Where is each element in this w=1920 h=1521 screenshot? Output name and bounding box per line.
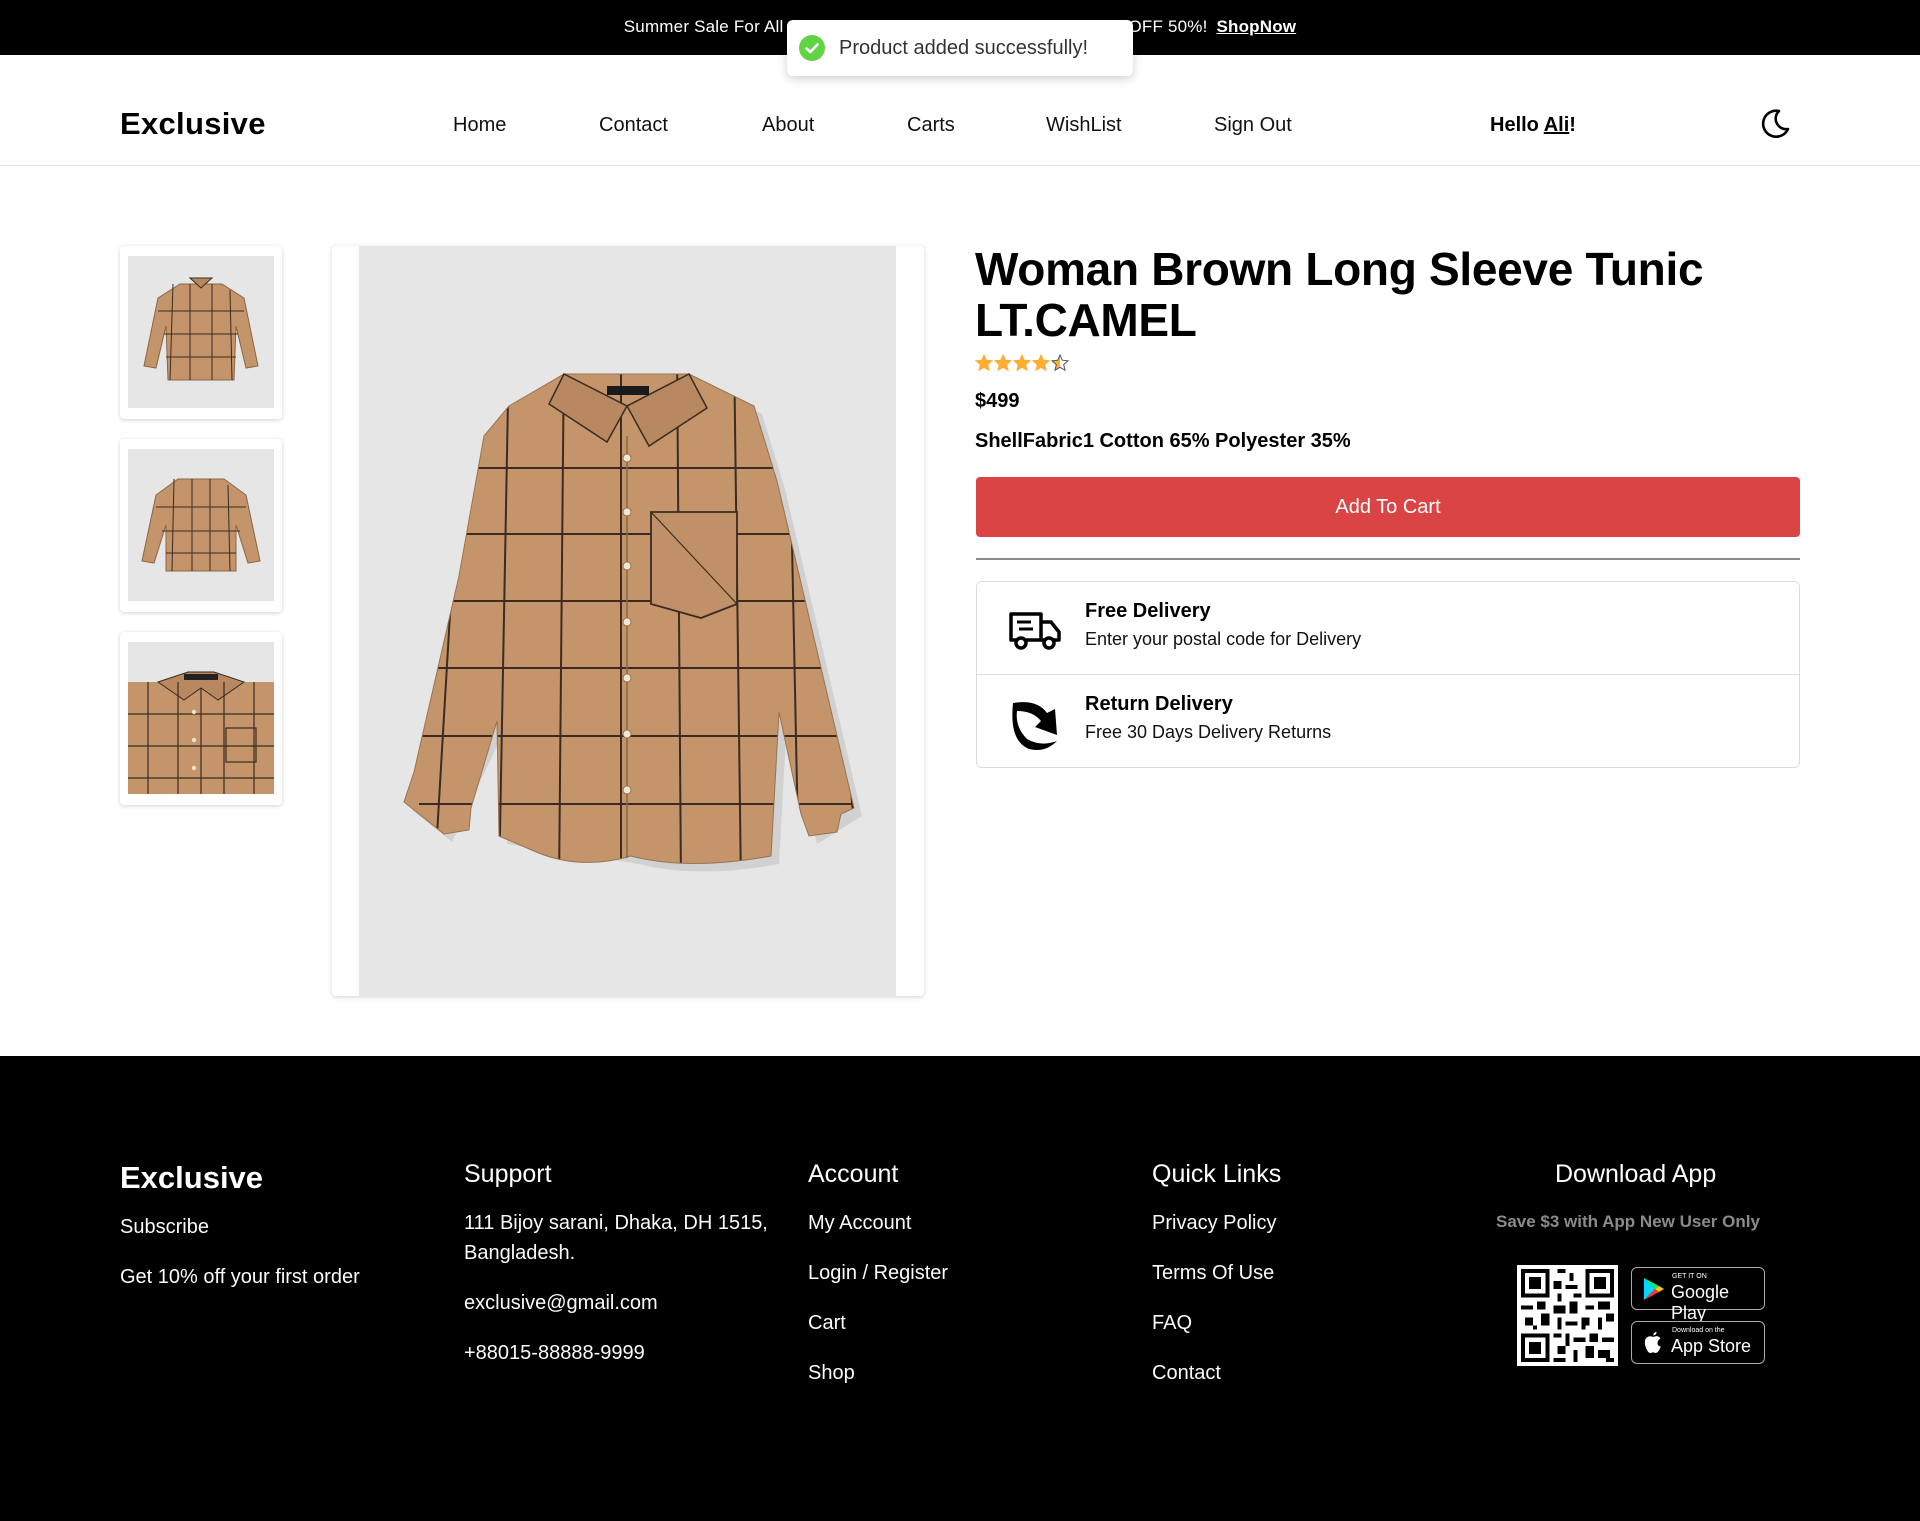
toast-message: Product added successfully! [839, 36, 1089, 59]
nav-wishlist[interactable]: WishList [1046, 114, 1122, 137]
footer-offer: Get 10% off your first order [120, 1266, 360, 1288]
star-icon [1032, 354, 1050, 372]
return-arrow-icon [1012, 702, 1057, 750]
shop-now-link[interactable]: ShopNow [1216, 17, 1296, 36]
product-photo [359, 246, 896, 996]
star-icon [994, 354, 1012, 372]
nav-sign-out[interactable]: Sign Out [1214, 114, 1292, 137]
free-delivery-title: Free Delivery [1085, 600, 1211, 622]
greeting-user[interactable]: Ali [1544, 114, 1570, 136]
toast-notification: Product added successfully! [787, 20, 1133, 76]
greeting-suffix: ! [1569, 114, 1576, 136]
account-heading: Account [808, 1160, 899, 1188]
product-rating [975, 354, 1069, 372]
apple-icon [1644, 1331, 1661, 1353]
footer-subscribe[interactable]: Subscribe [120, 1212, 209, 1242]
support-email[interactable]: exclusive@gmail.com [464, 1288, 658, 1318]
qr-code [1517, 1265, 1618, 1366]
support-address-line2: Bangladesh. [464, 1242, 576, 1264]
return-delivery-subtitle: Free 30 Days Delivery Returns [1085, 722, 1332, 742]
divider [976, 558, 1800, 560]
delivery-truck-icon [1009, 612, 1061, 650]
nav-carts[interactable]: Carts [907, 114, 955, 137]
star-icon [975, 354, 993, 372]
nav-contact[interactable]: Contact [599, 114, 668, 137]
nav-about[interactable]: About [762, 114, 814, 137]
free-delivery-subtitle[interactable]: Enter your postal code for Delivery [1085, 629, 1361, 650]
return-delivery-row: Return Delivery Free 30 Days Delivery Re… [977, 674, 1799, 767]
banner-text-start: Summer Sale For All [623, 17, 784, 36]
thumbnail-image-front [128, 256, 274, 408]
support-address-line1: 111 Bijoy sarani, Dhaka, DH 1515, [464, 1212, 768, 1234]
delivery-info: Free Delivery Enter your postal code for… [976, 581, 1800, 768]
quick-link-privacy-policy[interactable]: Privacy Policy [1152, 1208, 1276, 1238]
product-title: Woman Brown Long Sleeve Tunic LT.CAMEL [975, 243, 1704, 346]
footer: Exclusive Subscribe Get 10% off your fir… [0, 1056, 1920, 1521]
account-link-login-register[interactable]: Login / Register [808, 1258, 948, 1288]
banner-text-end: OFF 50%! [1128, 17, 1208, 36]
google-play-small-text: GET IT ON [1672, 1273, 1707, 1280]
thumbnail-1[interactable] [120, 246, 282, 419]
account-link-my-account[interactable]: My Account [808, 1208, 911, 1238]
download-app-heading: Download App [1555, 1160, 1717, 1188]
download-app-note: Save $3 with App New User Only [1496, 1212, 1760, 1231]
account-link-shop[interactable]: Shop [808, 1358, 855, 1388]
quick-link-faq[interactable]: FAQ [1152, 1308, 1192, 1338]
quick-links-heading: Quick Links [1152, 1160, 1282, 1188]
moon-icon[interactable] [1757, 105, 1793, 141]
product-price: $499 [975, 390, 1020, 412]
site-logo[interactable]: Exclusive [120, 106, 266, 142]
account-link-cart[interactable]: Cart [808, 1308, 846, 1338]
thumbnail-image-detail [128, 642, 274, 794]
free-delivery-row: Free Delivery Enter your postal code for… [977, 582, 1799, 675]
add-to-cart-button[interactable]: Add To Cart [976, 477, 1800, 537]
check-circle-icon [799, 35, 825, 61]
star-icon [1013, 354, 1031, 372]
quick-link-terms-of-use[interactable]: Terms Of Use [1152, 1258, 1274, 1288]
google-play-button[interactable]: GET IT ON Google Play [1631, 1267, 1765, 1323]
thumbnail-image-back [128, 449, 274, 601]
support-phone[interactable]: +88015-88888-9999 [464, 1338, 645, 1368]
app-store-button[interactable]: Download on the App Store [1631, 1321, 1765, 1364]
main-product-image [332, 246, 924, 996]
return-delivery-title: Return Delivery [1085, 693, 1233, 715]
thumbnail-2[interactable] [120, 439, 282, 612]
greeting-prefix: Hello [1490, 114, 1544, 136]
app-store-big-text: App Store [1671, 1336, 1752, 1356]
product-material: ShellFabric1 Cotton 65% Polyester 35% [975, 430, 1351, 452]
star-icon [1051, 354, 1069, 372]
google-play-big-text: Google Play [1671, 1282, 1730, 1323]
thumbnail-3[interactable] [120, 632, 282, 805]
footer-logo: Exclusive [120, 1160, 264, 1195]
nav-home[interactable]: Home [453, 114, 506, 137]
google-play-icon [1644, 1278, 1664, 1300]
user-greeting: Hello Ali! [1490, 114, 1576, 137]
support-heading: Support [464, 1160, 552, 1188]
quick-link-contact[interactable]: Contact [1152, 1358, 1221, 1388]
app-store-small-text: Download on the [1672, 1327, 1725, 1334]
